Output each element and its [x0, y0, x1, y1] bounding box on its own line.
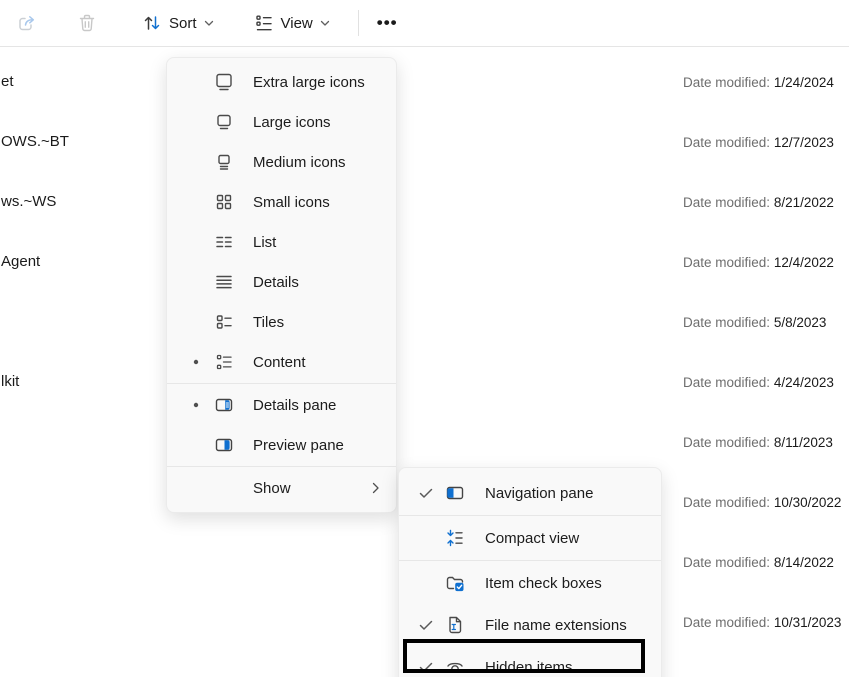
menu-item-content[interactable]: Content	[167, 342, 396, 382]
sort-button-label: Sort	[169, 15, 197, 32]
date-modified: Date modified: 8/21/2022	[683, 193, 834, 213]
menu-item-label: Medium icons	[239, 154, 368, 171]
hidden-items-eye-icon	[439, 657, 471, 677]
file-row[interactable]: ws.~WS Date modified: 8/21/2022	[0, 181, 849, 242]
details-pane-icon	[209, 395, 239, 415]
file-row[interactable]: Date modified: 5/8/2023	[0, 301, 849, 362]
menu-item-preview-pane[interactable]: Preview pane	[167, 425, 396, 465]
selected-bullet	[183, 358, 209, 366]
delete-button[interactable]	[68, 6, 106, 40]
check-icon	[413, 662, 439, 673]
date-modified: Date modified: 8/14/2022	[683, 553, 834, 573]
menu-item-label: Small icons	[239, 194, 368, 211]
file-name-extensions-icon	[439, 615, 471, 635]
share-icon	[16, 12, 38, 34]
menu-item-show[interactable]: Show	[167, 468, 396, 508]
menu-separator	[167, 383, 396, 384]
sort-button[interactable]: Sort	[134, 7, 222, 39]
file-name: et	[1, 71, 14, 93]
submenu-item-compact-view[interactable]: Compact view	[399, 517, 661, 559]
large-icons-icon	[209, 112, 239, 132]
command-toolbar: Sort View •••	[0, 0, 849, 47]
see-more-button[interactable]: •••	[369, 7, 406, 39]
chevron-down-icon	[204, 20, 214, 27]
selected-bullet	[183, 401, 209, 409]
date-modified: Date modified: 1/24/2024	[683, 73, 834, 93]
submenu-item-label: Item check boxes	[471, 575, 649, 592]
navigation-pane-icon	[439, 483, 471, 503]
file-name: lkit	[1, 371, 19, 393]
date-modified: Date modified: 12/7/2023	[683, 133, 834, 153]
chevron-down-icon	[320, 20, 330, 27]
menu-item-label: Details	[239, 274, 368, 291]
view-button[interactable]: View	[246, 7, 338, 39]
file-explorer-window: et Date modified: 1/24/2024 OWS.~BT Date…	[0, 0, 849, 677]
date-modified: Date modified: 10/30/2022	[683, 493, 841, 513]
menu-item-details-pane[interactable]: Details pane	[167, 385, 396, 425]
menu-item-details[interactable]: Details	[167, 262, 396, 302]
chevron-right-icon	[368, 482, 384, 494]
submenu-item-item-check-boxes[interactable]: Item check boxes	[399, 562, 661, 604]
menu-item-label: Show	[239, 480, 368, 497]
compact-view-icon	[439, 528, 471, 548]
menu-item-label: Details pane	[239, 397, 368, 414]
small-icons-icon	[209, 192, 239, 212]
file-name: OWS.~BT	[1, 131, 69, 153]
menu-item-extra-large-icons[interactable]: Extra large icons	[167, 62, 396, 102]
menu-item-label: List	[239, 234, 368, 251]
details-icon	[209, 272, 239, 292]
check-icon	[413, 488, 439, 499]
tiles-icon	[209, 312, 239, 332]
submenu-item-file-name-extensions[interactable]: File name extensions	[399, 604, 661, 646]
date-modified: Date modified: 8/11/2023	[683, 433, 833, 453]
show-submenu: Navigation pane Compact view	[398, 467, 662, 677]
toolbar-divider	[358, 10, 359, 36]
submenu-item-label: Navigation pane	[471, 485, 649, 502]
menu-item-label: Preview pane	[239, 437, 368, 454]
menu-item-label: Tiles	[239, 314, 368, 331]
sort-icon	[142, 13, 162, 33]
menu-item-label: Large icons	[239, 114, 368, 131]
preview-pane-icon	[209, 435, 239, 455]
submenu-item-label: File name extensions	[471, 617, 649, 634]
file-name: ws.~WS	[1, 191, 56, 213]
file-row[interactable]: OWS.~BT Date modified: 12/7/2023	[0, 121, 849, 182]
menu-item-tiles[interactable]: Tiles	[167, 302, 396, 342]
list-icon	[209, 232, 239, 252]
file-name: Agent	[1, 251, 40, 273]
menu-item-small-icons[interactable]: Small icons	[167, 182, 396, 222]
menu-item-label: Extra large icons	[239, 74, 368, 91]
menu-item-list[interactable]: List	[167, 222, 396, 262]
submenu-item-navigation-pane[interactable]: Navigation pane	[399, 472, 661, 514]
submenu-item-label: Hidden items	[471, 659, 649, 676]
item-check-boxes-icon	[439, 573, 471, 593]
share-button[interactable]	[8, 6, 46, 40]
file-row[interactable]: et Date modified: 1/24/2024	[0, 61, 849, 122]
submenu-item-hidden-items[interactable]: Hidden items	[399, 646, 661, 677]
date-modified: Date modified: 4/24/2023	[683, 373, 834, 393]
trash-icon	[76, 12, 98, 34]
view-dropdown-menu: Extra large icons Large icons Medium ico…	[166, 57, 397, 513]
menu-separator	[399, 560, 661, 561]
file-row[interactable]: Agent Date modified: 12/4/2022	[0, 241, 849, 302]
extra-large-icons-icon	[209, 72, 239, 92]
date-modified: Date modified: 12/4/2022	[683, 253, 834, 273]
date-modified: Date modified: 5/8/2023	[683, 313, 826, 333]
medium-icons-icon	[209, 152, 239, 172]
menu-item-label: Content	[239, 354, 368, 371]
check-icon	[413, 620, 439, 631]
view-icon	[254, 13, 274, 33]
menu-item-medium-icons[interactable]: Medium icons	[167, 142, 396, 182]
content-icon	[209, 352, 239, 372]
menu-item-large-icons[interactable]: Large icons	[167, 102, 396, 142]
file-row[interactable]: lkit Date modified: 4/24/2023	[0, 361, 849, 422]
submenu-item-label: Compact view	[471, 530, 649, 547]
menu-separator	[167, 466, 396, 467]
date-modified: Date modified: 10/31/2023	[683, 613, 841, 633]
menu-separator	[399, 515, 661, 516]
view-button-label: View	[281, 15, 313, 32]
